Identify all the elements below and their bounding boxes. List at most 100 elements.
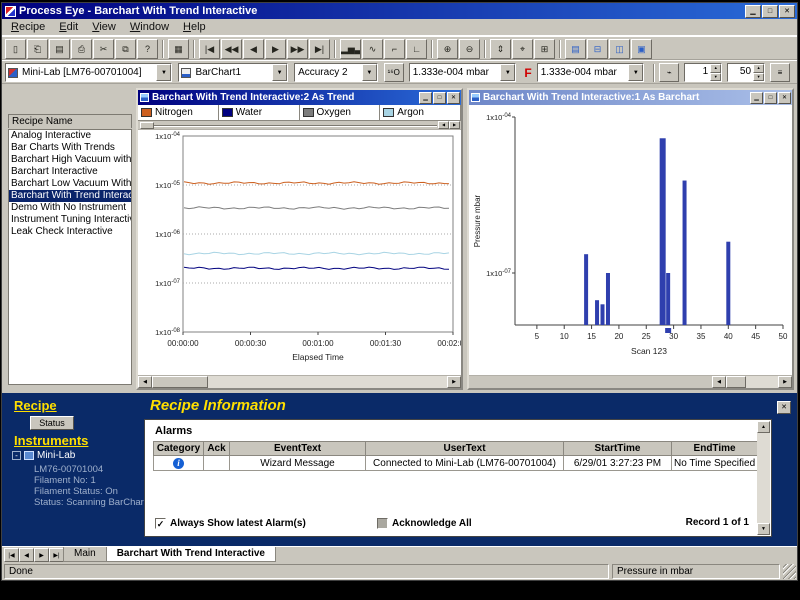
alarm-column-header[interactable]: EventText	[229, 441, 366, 456]
dropdown-arrow-icon[interactable]: ▼	[361, 64, 377, 81]
alarm-row[interactable]: i Wizard Message Connected to Mini-Lab (LM…	[153, 455, 759, 471]
menu-window[interactable]: Window	[123, 20, 176, 34]
open-recipe-button[interactable]: ⎗	[27, 38, 48, 59]
tab-first-icon[interactable]: |◀	[4, 548, 19, 562]
close-button[interactable]: ✕	[778, 91, 791, 104]
range-combo[interactable]: 1.333e-004 mbar ▼	[408, 63, 517, 82]
maximize-button[interactable]: □	[433, 91, 446, 104]
close-button[interactable]: ✕	[779, 4, 795, 18]
alarm-column-header[interactable]: UserText	[365, 441, 564, 456]
grid-toggle-button[interactable]: ⊞	[534, 38, 555, 59]
slider-right-icon[interactable]: ▶	[449, 121, 460, 129]
print-button[interactable]: ⎙	[71, 38, 92, 59]
scroll-right-icon[interactable]: ▶	[778, 376, 792, 388]
alarm-column-header[interactable]: Category	[153, 441, 204, 456]
chart-view-combo[interactable]: BarChart1 ▼	[178, 63, 289, 82]
recipe-item[interactable]: Barchart With Trend Interact...	[9, 190, 131, 202]
spin-up-icon[interactable]: ▲	[753, 64, 765, 73]
checkbox-icon[interactable]	[377, 518, 388, 529]
legend-item[interactable]: Oxygen	[300, 105, 381, 120]
title-bar[interactable]: Process Eye - Barchart With Trend Intera…	[2, 3, 797, 19]
tile-horizontal-button[interactable]: ⊟	[587, 38, 608, 59]
filament-button[interactable]: ⌁	[659, 63, 680, 82]
dropdown-arrow-icon[interactable]: ▼	[156, 64, 172, 81]
minimize-button[interactable]: ▁	[419, 91, 432, 104]
accuracy-combo[interactable]: Accuracy 2 ▼	[294, 63, 378, 82]
spin-down-icon[interactable]: ▼	[710, 72, 722, 81]
vertical-scrollbar[interactable]: ▲ ▼	[757, 421, 770, 535]
scroll-up-icon[interactable]: ▲	[757, 421, 770, 433]
instruments-link[interactable]: Instruments	[14, 433, 88, 448]
scroll-left-icon[interactable]: ◀	[138, 376, 152, 388]
alarm-column-header[interactable]: StartTime	[563, 441, 672, 456]
alarm-column-header[interactable]: EndTime	[670, 441, 759, 456]
menu-view[interactable]: View	[85, 20, 123, 34]
scrollbar-thumb[interactable]	[152, 376, 208, 388]
menu-edit[interactable]: Edit	[52, 20, 85, 34]
menu-recipe[interactable]: Recipe	[4, 20, 52, 34]
log-scale-button[interactable]: ⌐	[384, 38, 405, 59]
tab-main[interactable]: Main	[63, 547, 107, 562]
tab-last-icon[interactable]: ▶|	[49, 548, 64, 562]
scrollbar-track[interactable]	[152, 376, 447, 388]
checkbox-icon[interactable]: ✓	[155, 518, 166, 529]
previous-scan-button[interactable]: ◀	[243, 38, 264, 59]
fast-forward-button[interactable]: ▶▶	[287, 38, 308, 59]
scroll-down-icon[interactable]: ▼	[757, 523, 770, 535]
recipe-item[interactable]: Barchart Interactive	[9, 166, 131, 178]
alarm-column-header[interactable]: Ack	[203, 441, 230, 456]
scroll-right-icon[interactable]: ▶	[447, 376, 461, 388]
slider-left-icon[interactable]: ◀	[438, 121, 449, 129]
spin-down-icon[interactable]: ▼	[753, 72, 765, 81]
cut-button[interactable]: ✂	[93, 38, 114, 59]
recipe-item[interactable]: Leak Check Interactive	[9, 226, 131, 238]
help-button[interactable]: ?	[137, 38, 158, 59]
recipe-item[interactable]: Instrument Tuning Interactive	[9, 214, 131, 226]
filament-range-combo[interactable]: 1.333e-004 mbar ▼	[536, 63, 645, 82]
play-button[interactable]: ▶	[265, 38, 286, 59]
first-scan-button[interactable]: |◀	[199, 38, 220, 59]
scan-settings-button[interactable]: ≡	[770, 63, 790, 82]
legend-item[interactable]: Nitrogen	[138, 105, 219, 120]
last-mass-spinner[interactable]: 50 ▲ ▼	[727, 63, 766, 82]
last-scan-button[interactable]: ▶|	[309, 38, 330, 59]
dropdown-arrow-icon[interactable]: ▼	[500, 64, 516, 81]
rewind-button[interactable]: ◀◀	[221, 38, 242, 59]
trend-view-button[interactable]: ∿	[362, 38, 383, 59]
zoom-out-button[interactable]: ⊖	[459, 38, 480, 59]
recipe-item[interactable]: Barchart High Vacuum with ...	[9, 154, 131, 166]
find-peak-button[interactable]: ⌖	[512, 38, 533, 59]
recipe-item[interactable]: Demo With No Instrument	[9, 202, 131, 214]
autoscale-button[interactable]: ⇕	[490, 38, 511, 59]
instrument-tree-root[interactable]: - Mini-Lab	[12, 450, 75, 461]
tab-prev-icon[interactable]: ◀	[19, 548, 34, 562]
arrange-windows-button[interactable]: ▣	[631, 38, 652, 59]
menu-help[interactable]: Help	[176, 20, 213, 34]
time-range-slider[interactable]: ◀ ▶	[138, 121, 461, 130]
peak-select-button[interactable]: ¹⁶O	[383, 63, 404, 82]
recipe-item[interactable]: Analog Interactive	[9, 130, 131, 142]
recipe-item[interactable]: Barchart Low Vacuum With ...	[9, 178, 131, 190]
save-button[interactable]: ▤	[49, 38, 70, 59]
spin-up-icon[interactable]: ▲	[710, 64, 722, 73]
dropdown-arrow-icon[interactable]: ▼	[628, 64, 644, 81]
linear-scale-button[interactable]: ∟	[406, 38, 427, 59]
first-mass-spinner[interactable]: 1 ▲ ▼	[684, 63, 723, 82]
minimize-button[interactable]: ▁	[745, 4, 761, 18]
tile-vertical-button[interactable]: ◫	[609, 38, 630, 59]
scroll-left-icon[interactable]: ◀	[712, 376, 726, 388]
zoom-in-button[interactable]: ⊕	[437, 38, 458, 59]
barchart-window-titlebar[interactable]: Barchart With Trend Interactive:1 As Bar…	[469, 90, 792, 105]
always-show-alarms-checkbox[interactable]: ✓ Always Show latest Alarm(s)	[155, 518, 306, 529]
resize-grip[interactable]	[783, 564, 796, 579]
trend-window-titlebar[interactable]: Barchart With Trend Interactive:2 As Tre…	[138, 90, 461, 105]
maximize-button[interactable]: □	[764, 91, 777, 104]
scrollbar-thumb[interactable]	[726, 376, 746, 388]
tab-barchart-with-trend-interactive[interactable]: Barchart With Trend Interactive	[105, 547, 276, 562]
cascade-windows-button[interactable]: ▤	[565, 38, 586, 59]
close-panel-button[interactable]: ✕	[777, 401, 791, 414]
copy-button[interactable]: ⧉	[115, 38, 136, 59]
recipe-link[interactable]: Recipe	[14, 398, 57, 413]
new-recipe-button[interactable]: ▯	[5, 38, 26, 59]
instrument-combo[interactable]: Mini-Lab [LM76-00701004] ▼	[5, 63, 173, 82]
